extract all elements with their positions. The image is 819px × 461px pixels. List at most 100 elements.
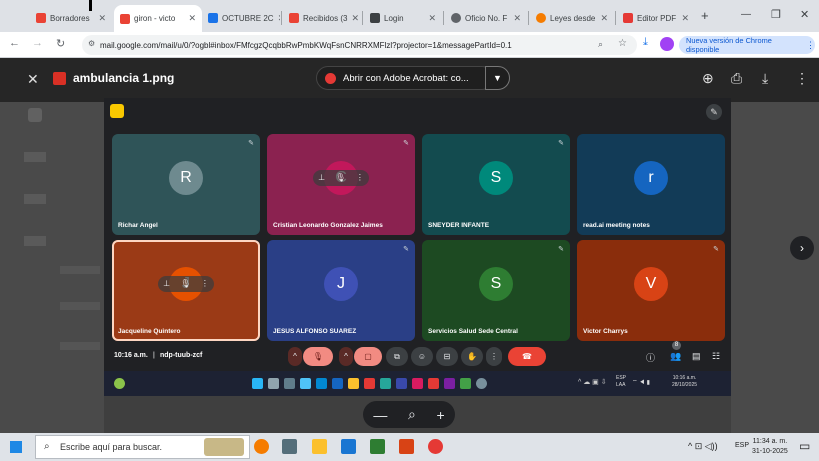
open-with-dropdown[interactable]: ▼ [485, 66, 510, 90]
calculator-icon[interactable] [282, 439, 297, 454]
viewer-zoom-controls: — ⌕ + [363, 401, 455, 428]
gmail-icon [289, 13, 299, 23]
participant-tile: r read.ai meeting notes [577, 134, 725, 235]
participant-name: Jacqueline Quintero [118, 328, 181, 335]
excel-icon[interactable] [370, 439, 385, 454]
bookmark-star-icon[interactable]: ☆ [618, 38, 627, 49]
notification-icon[interactable]: ▭ [799, 439, 810, 453]
download-icon[interactable]: ⤓ [643, 36, 648, 49]
edge-icon [300, 378, 311, 389]
app-icon [114, 378, 125, 389]
profile-avatar[interactable] [660, 37, 674, 51]
participant-name: Richar Angel [118, 222, 158, 229]
tile-hover-controls: ⊥ 🎙 ⋮ [313, 169, 369, 186]
close-tab-icon[interactable]: ✕ [278, 13, 280, 24]
camera-options-button: ^ [339, 347, 353, 366]
meeting-time: 10:16 a.m. [114, 352, 148, 359]
info-icon: ⓘ [646, 353, 656, 363]
close-tab-icon[interactable]: ✕ [600, 13, 608, 24]
tab-oficio[interactable]: Oficio No. F ✕ [445, 6, 527, 30]
open-with-acrobat-button[interactable]: Abrir con Adobe Acrobat: co... [316, 66, 494, 90]
close-tab-icon[interactable]: ✕ [681, 13, 689, 24]
forward-icon[interactable]: → [32, 37, 43, 49]
zoom-icon[interactable]: ⌕ [598, 39, 603, 50]
powerpoint-icon[interactable] [399, 439, 414, 454]
participant-tile: CCristian Leonardo Gonzalez Jaimes✎⊥🎙⋮ [267, 134, 415, 235]
zoom-out-button[interactable]: — [373, 407, 387, 423]
chrome-update-button[interactable]: Nueva versión de Chrome disponible ⋮ [679, 36, 815, 54]
language-indicator[interactable]: ESP [735, 442, 749, 449]
maximize-button[interactable]: ❐ [771, 8, 781, 21]
reload-icon[interactable]: ↻ [56, 37, 65, 50]
search-icon [268, 378, 279, 389]
chrome-active-icon[interactable] [428, 439, 443, 454]
pin-icon: ⊥ [318, 173, 326, 182]
tab-recibidos[interactable]: Recibidos (3 ✕ [283, 6, 361, 30]
zoom-in-button[interactable]: + [436, 407, 444, 423]
tab-leyes[interactable]: Leyes desde ✕ [530, 6, 614, 30]
participant-name: Victor Charrys [583, 328, 628, 335]
pin-icon: ✎ [713, 246, 719, 253]
chrome-icon [364, 378, 375, 389]
new-tab-button[interactable]: + [701, 8, 709, 23]
close-tab-icon[interactable]: ✕ [98, 13, 106, 24]
address-bar[interactable]: ⚙ mail.google.com/mail/u/0/?ogbl#inbox/F… [82, 35, 637, 55]
pin-icon: ⊥ [163, 279, 171, 288]
people-icon: 👥 [670, 351, 682, 361]
tab-giron[interactable]: giron - victo ✕ [114, 5, 202, 32]
participant-avatar: r [634, 160, 668, 195]
gmail-right-dimmed [731, 102, 819, 433]
participant-tile: JJacqueline Quintero⊥🎙⋮ [112, 240, 260, 341]
search-highlight-image [204, 438, 244, 456]
raise-hand-icon: ✋ [461, 347, 483, 366]
captions-icon: ⧉ [386, 347, 408, 366]
back-icon[interactable]: ← [9, 37, 20, 49]
site-info-icon[interactable]: ⚙ [88, 39, 95, 48]
participant-tile: J JESUS ALFONSO SUAREZ ✎ [267, 240, 415, 341]
camera-off-icon: ▢ [354, 347, 382, 366]
settings-icon [476, 378, 487, 389]
close-window-button[interactable]: ✕ [800, 8, 809, 21]
pin-icon: ✎ [403, 140, 409, 147]
store-icon [316, 378, 327, 389]
gmail-icon [36, 13, 46, 23]
windows-start-icon[interactable] [10, 441, 22, 453]
close-tab-icon[interactable]: ✕ [351, 13, 359, 24]
close-tab-icon[interactable]: ✕ [513, 13, 521, 24]
tray-icons: ^ ☁ ▣ ⇩ [578, 379, 607, 386]
tab-editor-pdf[interactable]: Editor PDF ✕ [617, 6, 695, 30]
participant-name: JESUS ALFONSO SUAREZ [273, 328, 357, 335]
add-to-drive-icon[interactable]: ⊕ [702, 71, 714, 85]
acrobat-icon [325, 73, 336, 84]
download-icon[interactable]: ⤓ [762, 71, 768, 85]
taskbar-search-input[interactable]: ⌕ Escribe aquí para buscar. [35, 435, 250, 459]
pin-icon: ✎ [403, 246, 409, 253]
meet-screenshot-image: ✎ RRichar Angel✎CCristian Leonardo Gonza… [104, 98, 731, 396]
minimize-button[interactable]: — [741, 9, 751, 20]
mic-off-icon: 🎙 [303, 347, 333, 366]
windows-start-icon [252, 378, 263, 389]
tab-octubre[interactable]: OCTUBRE 2C✕ [202, 6, 280, 30]
chrome-icon[interactable] [254, 439, 269, 454]
viewer-header: ✕ ambulancia 1.png Abrir con Adobe Acrob… [0, 58, 819, 102]
next-attachment-button[interactable]: › [790, 236, 814, 260]
participant-avatar: R [169, 160, 203, 195]
search-icon: ⌕ [44, 441, 50, 452]
print-icon[interactable]: ⎙ [731, 71, 742, 85]
meeting-code: ndp-tuub-zcf [160, 352, 203, 359]
app-icon [412, 378, 423, 389]
mic-muted-icon: 🎙 [335, 173, 346, 182]
more-options-icon[interactable]: ⋮ [795, 71, 809, 85]
tray-icons[interactable]: ^ ⊡ ◁)) [688, 441, 718, 452]
gmail-sidebar-dimmed [0, 102, 104, 433]
file-explorer-icon[interactable] [312, 439, 327, 454]
tab-login[interactable]: Login ✕ [364, 6, 442, 30]
close-viewer-icon[interactable]: ✕ [27, 72, 39, 86]
word-icon[interactable] [341, 439, 356, 454]
taskbar-clock[interactable]: 11:34 a. m. 31-10-2025 [752, 437, 788, 457]
close-tab-icon[interactable]: ✕ [428, 13, 436, 24]
drive-icon [208, 13, 218, 23]
tab-borradores[interactable]: Borradores ✕ [30, 6, 112, 30]
zoom-reset-icon[interactable]: ⌕ [408, 406, 416, 423]
close-tab-icon[interactable]: ✕ [188, 13, 196, 24]
